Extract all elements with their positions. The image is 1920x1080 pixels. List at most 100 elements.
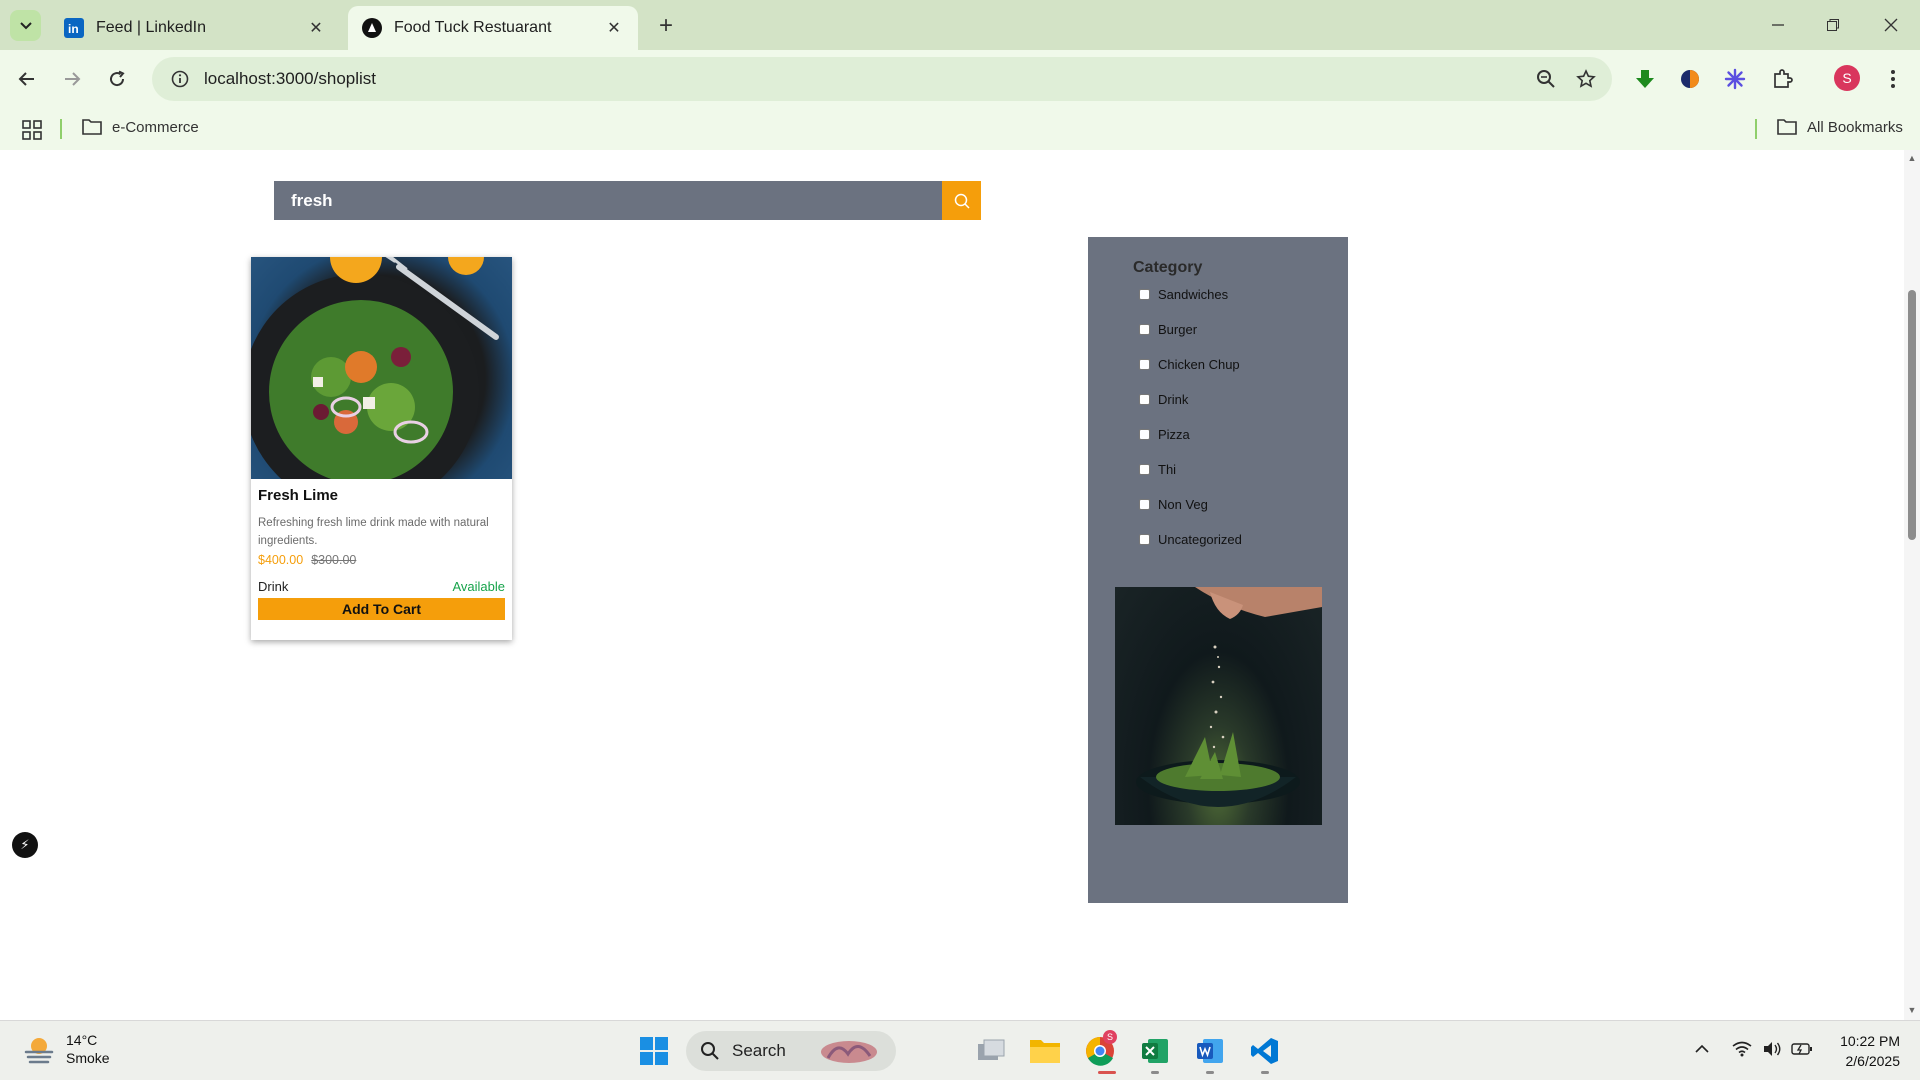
sparkle-extension-icon[interactable] <box>1718 62 1752 96</box>
apps-grid-icon[interactable] <box>20 118 44 142</box>
category-item-thi[interactable]: Thi <box>1139 462 1242 497</box>
excel-running-indicator <box>1151 1071 1159 1074</box>
windows-start-button[interactable] <box>637 1034 671 1068</box>
task-view-button[interactable] <box>974 1034 1008 1068</box>
menu-kebab-icon[interactable] <box>1876 62 1910 96</box>
add-to-cart-button[interactable]: Add To Cart <box>258 598 505 620</box>
category-checkbox[interactable] <box>1139 464 1150 475</box>
category-checkbox[interactable] <box>1139 394 1150 405</box>
vscode-taskbar-button[interactable] <box>1248 1034 1282 1068</box>
word-taskbar-button[interactable] <box>1193 1034 1227 1068</box>
excel-taskbar-button[interactable] <box>1138 1034 1172 1068</box>
search-icon <box>954 193 970 209</box>
product-old-price: $300.00 <box>311 553 357 567</box>
taskbar-search-label: Search <box>732 1041 786 1060</box>
product-price: $400.00 <box>258 553 304 567</box>
close-tab-icon[interactable]: ✕ <box>604 18 624 38</box>
restore-button[interactable] <box>1813 8 1853 42</box>
word-running-indicator <box>1206 1071 1214 1074</box>
category-label: Uncategorized <box>1158 532 1242 547</box>
product-name[interactable]: Fresh Lime <box>258 487 505 504</box>
taskbar-clock[interactable]: 10:22 PM 2/6/2025 <box>1830 1031 1900 1071</box>
category-item-pizza[interactable]: Pizza <box>1139 427 1242 462</box>
close-tab-icon[interactable]: ✕ <box>306 18 326 38</box>
windows-logo-icon <box>640 1037 668 1065</box>
tab-title: Food Tuck Restuarant <box>394 19 552 36</box>
category-item-chicken-chup[interactable]: Chicken Chup <box>1139 357 1242 392</box>
folder-icon <box>82 119 102 135</box>
category-label: Sandwiches <box>1158 287 1229 302</box>
download-extension-icon[interactable] <box>1628 62 1662 96</box>
all-bookmarks-button[interactable]: All Bookmarks <box>1777 118 1903 136</box>
bookmark-folder-ecommerce[interactable]: e-Commerce <box>82 118 199 136</box>
weather-widget[interactable]: 14°C Smoke <box>22 1031 110 1067</box>
category-checkbox[interactable] <box>1139 359 1150 370</box>
product-category: Drink <box>258 579 289 594</box>
forward-button[interactable] <box>55 62 89 96</box>
category-checkbox[interactable] <box>1139 429 1150 440</box>
search-input[interactable]: fresh <box>274 181 942 220</box>
seasoning-illustration <box>1136 587 1322 807</box>
clock-date: 2/6/2025 <box>1845 1053 1901 1069</box>
puzzle-extensions-icon[interactable] <box>1765 62 1799 96</box>
new-tab-button[interactable]: + <box>652 12 680 40</box>
scroll-thumb[interactable] <box>1908 290 1916 540</box>
zoom-icon[interactable] <box>1526 59 1566 99</box>
tab-linkedin[interactable]: in Feed | LinkedIn ✕ <box>50 6 340 50</box>
search-button[interactable] <box>942 181 981 220</box>
show-hidden-icons-chevron-icon[interactable] <box>1690 1037 1714 1061</box>
page-scrollbar[interactable]: ▲ ▼ <box>1904 150 1920 1020</box>
bookmarks-bar: e-Commerce All Bookmarks <box>0 108 1920 150</box>
product-prices: $400.00 $300.00 <box>258 553 505 567</box>
product-search: fresh <box>274 181 981 220</box>
restore-icon <box>1827 19 1839 31</box>
category-list: Sandwiches Burger Chicken Chup Drink Piz… <box>1139 287 1242 567</box>
volume-icon[interactable] <box>1760 1037 1784 1061</box>
category-checkbox[interactable] <box>1139 499 1150 510</box>
product-meta: Drink Available <box>251 579 512 594</box>
bookmark-separator <box>60 119 62 139</box>
product-card[interactable]: Fresh Lime Refreshing fresh lime drink m… <box>251 257 512 640</box>
category-checkbox[interactable] <box>1139 324 1150 335</box>
folder-icon <box>1030 1040 1060 1063</box>
site-info-icon[interactable] <box>158 57 202 101</box>
weather-condition: Smoke <box>66 1050 110 1066</box>
battery-icon[interactable] <box>1790 1037 1814 1061</box>
extension-icon[interactable] <box>1673 62 1707 96</box>
close-window-button[interactable] <box>1871 8 1911 42</box>
wifi-icon[interactable] <box>1730 1037 1754 1061</box>
excel-icon <box>1142 1039 1168 1063</box>
availability-status: Available <box>452 579 505 594</box>
category-item-non-veg[interactable]: Non Veg <box>1139 497 1242 532</box>
category-checkbox[interactable] <box>1139 534 1150 545</box>
file-explorer-button[interactable] <box>1028 1034 1062 1068</box>
bookmark-star-icon[interactable] <box>1566 59 1606 99</box>
page-content: fresh Fresh Lime Refreshing fresh lime d… <box>0 150 1904 1020</box>
clock-time: 10:22 PM <box>1840 1033 1900 1049</box>
chrome-active-indicator <box>1098 1071 1116 1074</box>
category-item-sandwiches[interactable]: Sandwiches <box>1139 287 1242 322</box>
category-label: Chicken Chup <box>1158 357 1240 372</box>
scroll-up-arrow[interactable]: ▲ <box>1907 153 1917 163</box>
reload-button[interactable] <box>100 62 134 96</box>
back-button[interactable] <box>10 62 44 96</box>
address-bar[interactable]: localhost:3000/shoplist <box>152 57 1612 101</box>
dev-tools-lightning-icon[interactable]: ⚡ <box>12 832 38 858</box>
profile-avatar[interactable]: S <box>1834 65 1860 91</box>
product-image[interactable] <box>251 257 512 479</box>
category-checkbox[interactable] <box>1139 289 1150 300</box>
tab-search-button[interactable] <box>10 10 41 41</box>
category-sidebar: Category Sandwiches Burger Chicken Chup … <box>1088 237 1348 903</box>
scroll-down-arrow[interactable]: ▼ <box>1907 1005 1917 1015</box>
category-item-drink[interactable]: Drink <box>1139 392 1242 427</box>
vscode-icon <box>1251 1038 1278 1064</box>
category-label: Pizza <box>1158 427 1190 442</box>
weather-temp: 14°C <box>66 1032 98 1048</box>
taskbar-search[interactable]: Search <box>686 1031 896 1071</box>
linkedin-icon: in <box>64 18 84 38</box>
minimize-button[interactable] <box>1758 8 1798 42</box>
category-item-uncategorized[interactable]: Uncategorized <box>1139 532 1242 567</box>
category-item-burger[interactable]: Burger <box>1139 322 1242 357</box>
tab-food-tuck[interactable]: Food Tuck Restuarant ✕ <box>348 6 638 50</box>
nextjs-icon <box>362 18 382 38</box>
